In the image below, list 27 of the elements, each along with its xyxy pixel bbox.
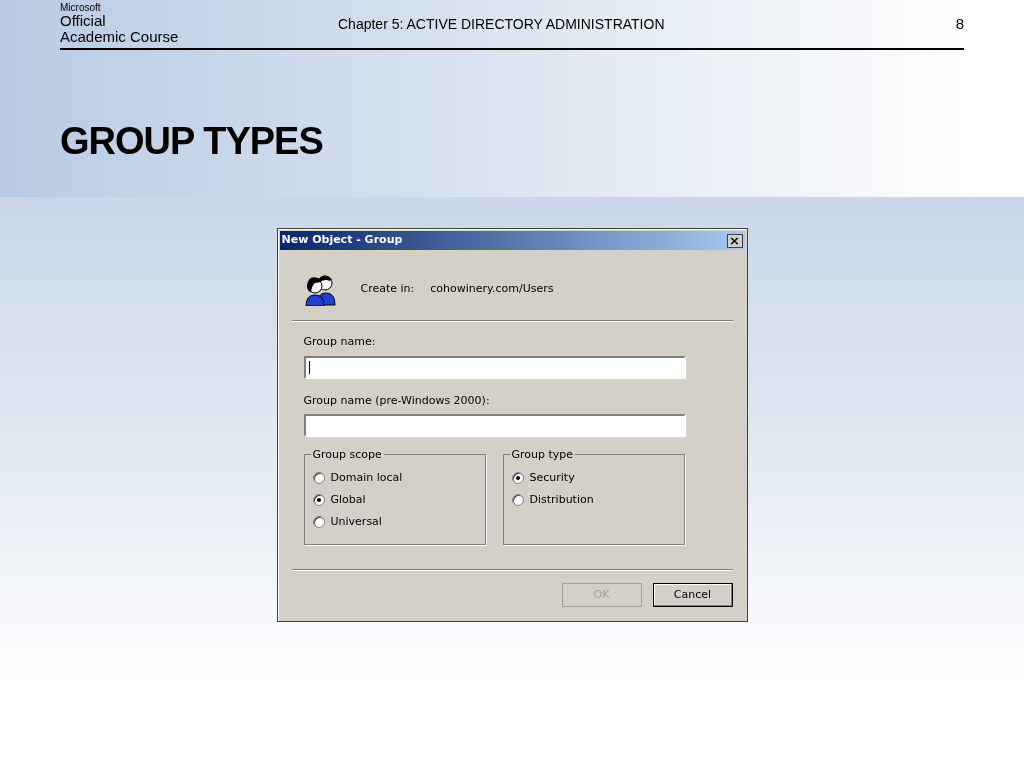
radio-button[interactable]	[312, 516, 325, 528]
text-cursor	[308, 360, 310, 374]
radio-button[interactable]	[312, 472, 325, 484]
chapter-title: Chapter 5: ACTIVE DIRECTORY ADMINISTRATION	[338, 14, 665, 34]
radio-button[interactable]	[312, 494, 325, 506]
page-number: 8	[955, 13, 964, 34]
radio-label: Global	[330, 491, 366, 508]
push-button[interactable]: Cancel	[652, 583, 733, 607]
logo-text: Academic Course	[60, 29, 180, 45]
radio-label: Security	[529, 469, 575, 486]
logo-text: Official	[60, 13, 107, 29]
text-field[interactable]	[303, 355, 686, 379]
users-icon	[303, 272, 338, 306]
radio-button[interactable]	[511, 494, 524, 506]
radio-label: Universal	[330, 513, 382, 530]
dialog-title: New Object - Group	[281, 232, 403, 249]
create-in-label: Create in:	[360, 280, 415, 297]
radio-button[interactable]	[511, 472, 524, 484]
field-label: Group name (pre-Windows 2000):	[303, 392, 491, 409]
close-button[interactable]: ×	[726, 233, 743, 248]
logo-brand: Microsoft	[60, 3, 102, 13]
text-field[interactable]	[303, 414, 686, 437]
create-in-path: cohowinery.com/Users	[430, 280, 554, 297]
radio-label: Domain local	[330, 469, 403, 486]
field-label: Group name:	[303, 334, 377, 350]
radio-label: Distribution	[529, 491, 594, 508]
slide-title: GROUP TYPES	[60, 119, 324, 164]
